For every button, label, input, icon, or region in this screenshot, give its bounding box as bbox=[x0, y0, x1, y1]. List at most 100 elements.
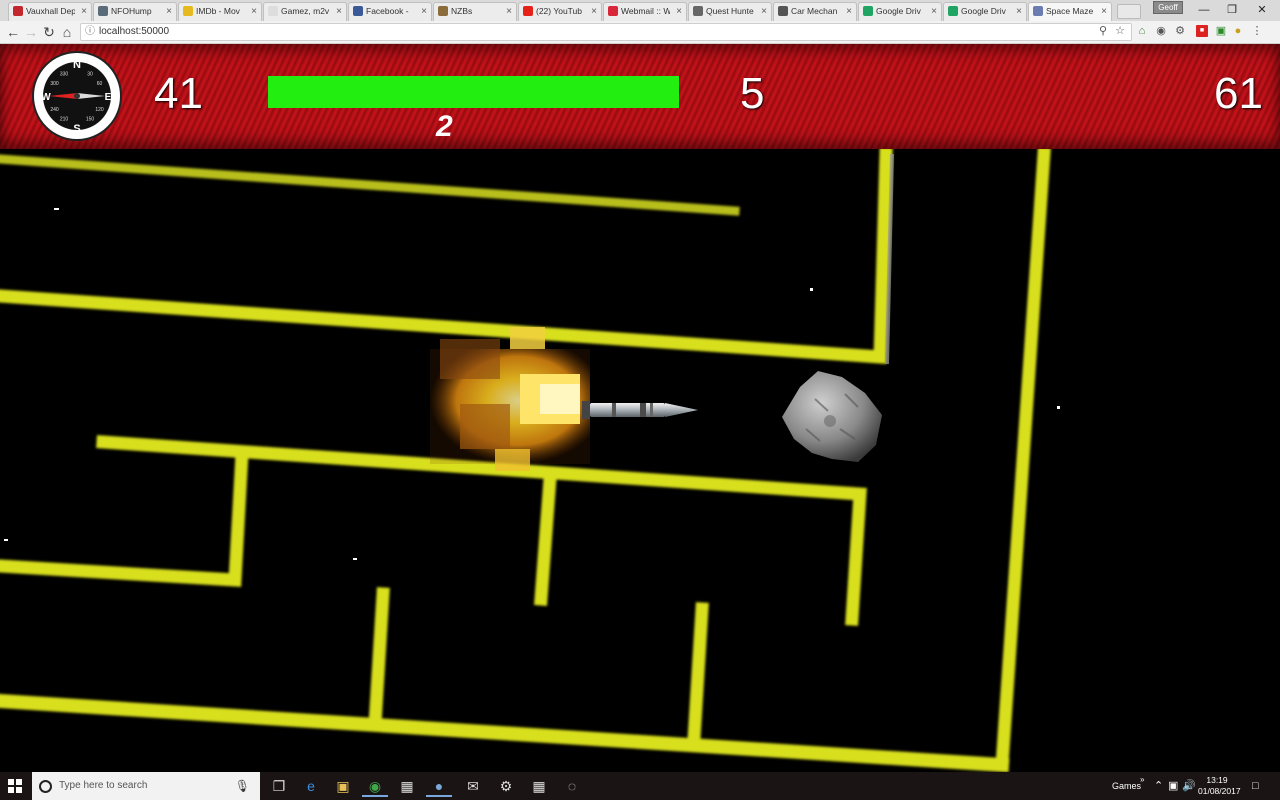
app-globe-icon[interactable]: ◌ bbox=[559, 775, 585, 797]
extension-red-icon[interactable]: ■ bbox=[1196, 25, 1208, 37]
level-number: 2 bbox=[436, 110, 453, 143]
browser-tab[interactable]: Space Maze × bbox=[1028, 2, 1112, 21]
extension-circle-icon[interactable]: ◉ bbox=[1155, 25, 1167, 37]
favicon-icon bbox=[523, 6, 533, 16]
health-bar bbox=[268, 76, 679, 108]
menu-icon[interactable]: ⋮ bbox=[1251, 25, 1263, 37]
tab-close-icon[interactable]: × bbox=[81, 3, 87, 20]
close-window-icon[interactable]: ✕ bbox=[1250, 2, 1274, 18]
tab-close-icon[interactable]: × bbox=[1016, 3, 1022, 20]
profile-button[interactable]: Geoff bbox=[1153, 1, 1183, 14]
star bbox=[1057, 406, 1060, 409]
tab-title: Quest Hunte bbox=[706, 6, 754, 16]
hud-center-value: 5 bbox=[740, 69, 765, 118]
tab-close-icon[interactable]: × bbox=[761, 3, 767, 20]
compass-west-label: W bbox=[41, 92, 51, 103]
steam-icon[interactable]: ● bbox=[426, 775, 452, 797]
tab-title: Google Driv bbox=[961, 6, 1006, 16]
compass-south-label: S bbox=[73, 123, 80, 135]
tab-title: Gamez, m2v bbox=[281, 6, 330, 16]
extension-gear-icon[interactable]: ⚙ bbox=[1174, 25, 1186, 37]
health-bar-fill bbox=[268, 76, 679, 108]
tab-close-icon[interactable]: × bbox=[166, 3, 172, 20]
compass-degree-label: 30 bbox=[87, 72, 93, 78]
reload-icon[interactable]: ↻ bbox=[40, 23, 58, 41]
maze-wall bbox=[995, 149, 1051, 772]
extension-home-icon[interactable]: ⌂ bbox=[1136, 25, 1148, 37]
tab-title: Space Maze bbox=[1046, 6, 1094, 16]
browser-tab[interactable]: (22) YouTub × bbox=[518, 2, 602, 21]
extension-norton-icon[interactable]: ● bbox=[1232, 25, 1244, 37]
tab-close-icon[interactable]: × bbox=[591, 3, 597, 20]
favicon-icon bbox=[778, 6, 788, 16]
restore-icon[interactable]: ❐ bbox=[1220, 2, 1244, 18]
tab-title: Vauxhall Dep bbox=[26, 6, 75, 16]
favicon-icon bbox=[438, 6, 448, 16]
favicon-icon bbox=[863, 6, 873, 16]
zoom-icon[interactable]: ⚲ bbox=[1097, 25, 1109, 37]
browser-tab[interactable]: Webmail :: W × bbox=[603, 2, 687, 21]
browser-tab[interactable]: Facebook - × bbox=[348, 2, 432, 21]
address-bar[interactable]: ⓘ localhost:50000 bbox=[80, 23, 1132, 41]
home-icon[interactable]: ⌂ bbox=[58, 23, 76, 41]
browser-tab[interactable]: NFOHump × bbox=[93, 2, 177, 21]
browser-tab[interactable]: Google Driv × bbox=[858, 2, 942, 21]
tray-games-label[interactable]: Games bbox=[1112, 772, 1141, 800]
tab-close-icon[interactable]: × bbox=[931, 3, 937, 20]
settings-gear-icon[interactable]: ⚙ bbox=[493, 775, 519, 797]
new-tab-button[interactable] bbox=[1117, 4, 1141, 19]
extension-translate-icon[interactable]: ▣ bbox=[1215, 25, 1227, 37]
back-icon[interactable]: ← bbox=[4, 23, 22, 41]
tab-close-icon[interactable]: × bbox=[846, 3, 852, 20]
taskbar-search-box[interactable]: Type here to search 🎙 bbox=[32, 772, 260, 800]
game-canvas[interactable]: N S E W 30 60 120 150 210 240 300 330 41 2 5 61 bbox=[0, 44, 1280, 772]
star bbox=[810, 288, 813, 291]
action-center-icon[interactable]: □ bbox=[1252, 772, 1259, 800]
tab-close-icon[interactable]: × bbox=[251, 3, 257, 20]
tab-close-icon[interactable]: × bbox=[1101, 3, 1107, 20]
browser-toolbar: ← → ↻ ⌂ ⓘ localhost:50000 ⚲ ☆ ⌂ ◉ ⚙ ■ ▣ … bbox=[0, 21, 1280, 44]
compass-icon: N S E W 30 60 120150 210240 300330 bbox=[32, 51, 122, 141]
browser-tab[interactable]: Car Mechan × bbox=[773, 2, 857, 21]
minimize-icon[interactable]: — bbox=[1192, 2, 1216, 18]
windows-taskbar: Type here to search 🎙 ❐ e ▣ ◉ ▦ ● ✉ ⚙ ▦ … bbox=[0, 772, 1280, 800]
tab-close-icon[interactable]: × bbox=[336, 3, 342, 20]
browser-tab[interactable]: IMDb - Mov × bbox=[178, 2, 262, 21]
maze-wall bbox=[368, 587, 390, 731]
browser-tab[interactable]: Google Driv × bbox=[943, 2, 1027, 21]
calculator-icon[interactable]: ▦ bbox=[526, 775, 552, 797]
toolbar-expand-icon[interactable]: » bbox=[1140, 766, 1144, 794]
browser-tab[interactable]: Vauxhall Dep × bbox=[8, 2, 92, 21]
compass-degree-label: 240 bbox=[50, 107, 59, 113]
browser-tab[interactable]: NZBs × bbox=[433, 2, 517, 21]
task-view-icon[interactable]: ❐ bbox=[266, 775, 292, 797]
compass-degree-label: 300 bbox=[50, 81, 59, 87]
file-explorer-icon[interactable]: ▣ bbox=[330, 775, 356, 797]
browser-tab[interactable]: Gamez, m2v × bbox=[263, 2, 347, 21]
tab-title: Webmail :: W bbox=[621, 6, 670, 16]
microphone-icon[interactable]: 🎙 bbox=[235, 772, 250, 800]
mail-icon[interactable]: ✉ bbox=[460, 775, 486, 797]
maze-wall bbox=[0, 154, 740, 216]
tab-close-icon[interactable]: × bbox=[421, 3, 427, 20]
chrome-icon[interactable]: ◉ bbox=[362, 775, 388, 797]
forward-icon[interactable]: → bbox=[22, 23, 40, 41]
thruster-flame bbox=[430, 327, 590, 471]
edge-icon[interactable]: e bbox=[298, 775, 324, 797]
info-icon[interactable]: ⓘ bbox=[85, 24, 97, 40]
tray-chevron-icon[interactable]: ⌃ bbox=[1154, 772, 1163, 800]
volume-icon[interactable]: 🔊 bbox=[1182, 772, 1196, 800]
star bbox=[353, 558, 357, 560]
clock-time: 13:19 bbox=[1206, 775, 1228, 785]
browser-tab[interactable]: Quest Hunte × bbox=[688, 2, 772, 21]
maze-wall bbox=[0, 693, 1010, 772]
bookmark-star-icon[interactable]: ☆ bbox=[1114, 25, 1126, 37]
system-clock[interactable]: 13:19 01/08/2017 bbox=[1198, 775, 1241, 797]
compass-degree-label: 150 bbox=[86, 117, 95, 123]
network-icon[interactable]: ▣ bbox=[1168, 772, 1178, 800]
tab-close-icon[interactable]: × bbox=[506, 3, 512, 20]
tab-close-icon[interactable]: × bbox=[676, 3, 682, 20]
store-icon[interactable]: ▦ bbox=[394, 775, 420, 797]
compass-east-label: E bbox=[105, 92, 112, 103]
windows-start-icon[interactable] bbox=[8, 779, 22, 793]
